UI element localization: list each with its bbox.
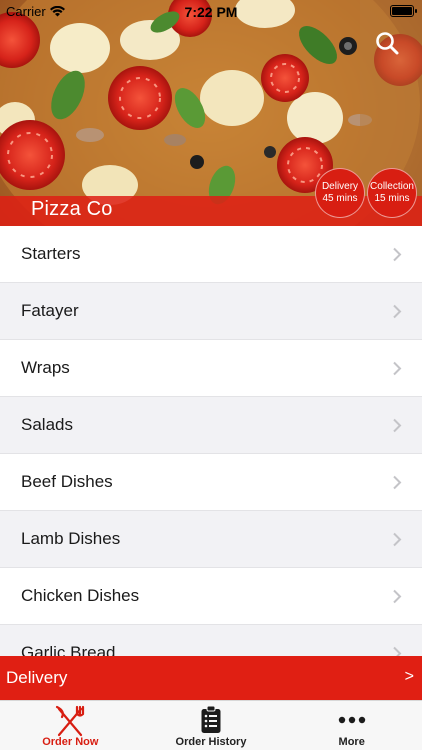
menu-category-label: Lamb Dishes	[21, 529, 121, 548]
status-bar: Carrier 7:22 PM	[0, 0, 422, 22]
menu-category-label: Beef Dishes	[21, 472, 113, 491]
more-dots-icon	[338, 716, 365, 724]
tab-more[interactable]: More	[281, 701, 422, 750]
clock: 7:22 PM	[184, 4, 238, 20]
order-mode-arrow: >	[404, 668, 414, 685]
collection-badge-label: Collection	[370, 181, 414, 192]
app-screen: Carrier 7:22 PM Pizza Co Delivery 45 min…	[0, 0, 422, 750]
menu-category-garlic-bread[interactable]: Garlic Bread	[0, 625, 422, 656]
chevron-right-icon	[393, 475, 402, 490]
order-mode-label: Delivery	[6, 668, 68, 687]
menu-category-salads[interactable]: Salads	[0, 397, 422, 454]
menu-category-lamb-dishes[interactable]: Lamb Dishes	[0, 511, 422, 568]
chevron-right-icon	[393, 532, 402, 547]
tab-label: More	[338, 736, 365, 748]
chevron-right-icon	[393, 418, 402, 433]
order-mode-bar[interactable]: Delivery >	[0, 656, 422, 700]
menu-category-label: Salads	[21, 415, 73, 434]
collection-time-badge: Collection 15 mins	[367, 168, 417, 218]
menu-category-list: Starters Fatayer Wraps Salads Beef Dishe…	[0, 226, 422, 656]
tab-order-history[interactable]: Order History	[141, 701, 282, 750]
chevron-right-icon	[393, 589, 402, 604]
tab-bar: Order Now Order History More	[0, 700, 422, 750]
menu-category-label: Starters	[21, 244, 81, 263]
collection-badge-time: 15 mins	[374, 193, 410, 204]
search-icon[interactable]	[374, 30, 400, 56]
menu-category-label: Garlic Bread	[21, 643, 116, 656]
hero-banner: Carrier 7:22 PM Pizza Co Delivery 45 min…	[0, 0, 422, 226]
menu-category-label: Chicken Dishes	[21, 586, 140, 605]
delivery-badge-label: Delivery	[321, 181, 359, 192]
chevron-right-icon	[393, 247, 402, 262]
battery-icon	[390, 5, 417, 17]
fork-knife-icon	[56, 705, 85, 737]
tab-order-now[interactable]: Order Now	[0, 701, 141, 750]
delivery-badge-time: 45 mins	[322, 193, 358, 204]
menu-category-chicken-dishes[interactable]: Chicken Dishes	[0, 568, 422, 625]
menu-category-label: Fatayer	[21, 301, 79, 320]
tab-label: Order History	[175, 736, 247, 748]
tab-label: Order Now	[42, 736, 99, 748]
menu-category-wraps[interactable]: Wraps	[0, 340, 422, 397]
delivery-time-badge: Delivery 45 mins	[315, 168, 365, 218]
menu-category-label: Wraps	[21, 358, 70, 377]
menu-category-fatayer[interactable]: Fatayer	[0, 283, 422, 340]
restaurant-name: Pizza Co	[31, 198, 113, 220]
clipboard-list-icon	[201, 705, 221, 733]
menu-category-beef-dishes[interactable]: Beef Dishes	[0, 454, 422, 511]
chevron-right-icon	[393, 304, 402, 319]
chevron-right-icon	[393, 646, 402, 656]
menu-category-starters[interactable]: Starters	[0, 226, 422, 283]
chevron-right-icon	[393, 361, 402, 376]
